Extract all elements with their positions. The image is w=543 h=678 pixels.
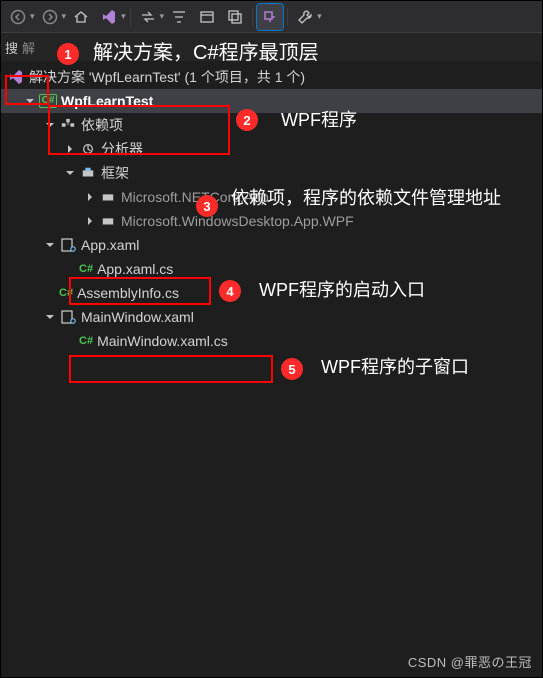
dependencies-icon [59, 116, 77, 134]
nav-back-icon[interactable] [5, 4, 31, 30]
separator [252, 8, 253, 26]
main-window-cs-label: MainWindow.xaml.cs [97, 333, 228, 349]
filter-icon[interactable] [166, 4, 192, 30]
search-row[interactable]: 搜 解 [1, 33, 542, 61]
analyzer-icon [79, 140, 97, 158]
xaml-icon [59, 308, 77, 326]
show-all-icon[interactable] [222, 4, 248, 30]
search-label: 搜 [5, 38, 18, 57]
wrench-icon[interactable] [292, 4, 318, 30]
assembly-info-label: AssemblyInfo.cs [77, 285, 179, 301]
reference-icon [99, 188, 117, 206]
chevron-right-icon[interactable] [63, 142, 77, 156]
dropdown-icon[interactable]: ▾ [160, 11, 165, 22]
dependencies-node[interactable]: 依赖项 [1, 113, 542, 137]
dropdown-icon[interactable]: ▾ [121, 11, 126, 22]
csharp-project-icon: C# [39, 92, 57, 110]
separator [130, 8, 131, 26]
app-xaml-cs-node[interactable]: C# App.xaml.cs [1, 257, 542, 281]
solution-icon [7, 68, 25, 86]
framework-label: 框架 [101, 163, 129, 183]
analyzer-label: 分析器 [101, 139, 143, 159]
main-window-label: MainWindow.xaml [81, 309, 194, 325]
app-xaml-label: App.xaml [81, 237, 139, 253]
chevron-down-icon[interactable] [43, 118, 57, 132]
search-partial: 解 [22, 38, 35, 57]
dropdown-icon[interactable]: ▾ [317, 11, 322, 22]
collapse-icon[interactable] [194, 4, 220, 30]
framework-item[interactable]: Microsoft.NETCord.App [1, 185, 542, 209]
framework-item[interactable]: Microsoft.WindowsDesktop.App.WPF [1, 209, 542, 233]
chevron-down-icon[interactable] [43, 310, 57, 324]
solution-node[interactable]: 解决方案 'WpfLearnTest' (1 个项目，共 1 个) [1, 65, 542, 89]
project-node[interactable]: C# WpfLearnTest [1, 89, 542, 113]
fw-label: Microsoft.WindowsDesktop.App.WPF [121, 213, 354, 229]
nav-forward-icon[interactable] [37, 4, 63, 30]
csharp-icon: C# [79, 335, 93, 347]
annotation-text-5: WPF程序的子窗口 [321, 356, 521, 379]
csharp-icon: C# [59, 287, 73, 299]
assembly-info-node[interactable]: C# AssemblyInfo.cs [1, 281, 542, 305]
dropdown-icon[interactable]: ▾ [30, 11, 35, 22]
chevron-down-icon[interactable] [23, 94, 37, 108]
annotation-badge-5: 5 [281, 358, 303, 380]
xaml-icon [59, 236, 77, 254]
chevron-right-icon[interactable] [83, 214, 97, 228]
analyzer-node[interactable]: 分析器 [1, 137, 542, 161]
dropdown-icon[interactable]: ▾ [62, 11, 67, 22]
dependencies-label: 依赖项 [81, 115, 123, 135]
chevron-down-icon[interactable] [63, 166, 77, 180]
watermark: CSDN @罪恶の王冠 [408, 652, 532, 671]
sync-icon[interactable] [135, 4, 161, 30]
csharp-icon: C# [79, 263, 93, 275]
chevron-down-icon[interactable] [43, 238, 57, 252]
project-label: WpfLearnTest [61, 93, 153, 109]
reference-icon [99, 212, 117, 230]
framework-icon [79, 164, 97, 182]
toolbar: ▾ ▾ ▾ ▾ ▾ [1, 1, 542, 33]
framework-node[interactable]: 框架 [1, 161, 542, 185]
home-icon[interactable] [68, 4, 94, 30]
app-xaml-cs-label: App.xaml.cs [97, 261, 173, 277]
main-window-node[interactable]: MainWindow.xaml [1, 305, 542, 329]
track-icon[interactable] [257, 4, 283, 30]
vs-icon[interactable] [96, 4, 122, 30]
separator [287, 8, 288, 26]
chevron-right-icon[interactable] [83, 190, 97, 204]
app-xaml-node[interactable]: App.xaml [1, 233, 542, 257]
solution-label: 解决方案 'WpfLearnTest' (1 个项目，共 1 个) [29, 67, 305, 87]
solution-explorer-tree: 解决方案 'WpfLearnTest' (1 个项目，共 1 个) C# Wpf… [1, 61, 542, 357]
fw-label: Microsoft.NETCord.App [121, 189, 269, 205]
annotation-box-5 [69, 355, 273, 383]
main-window-cs-node[interactable]: C# MainWindow.xaml.cs [1, 329, 542, 353]
